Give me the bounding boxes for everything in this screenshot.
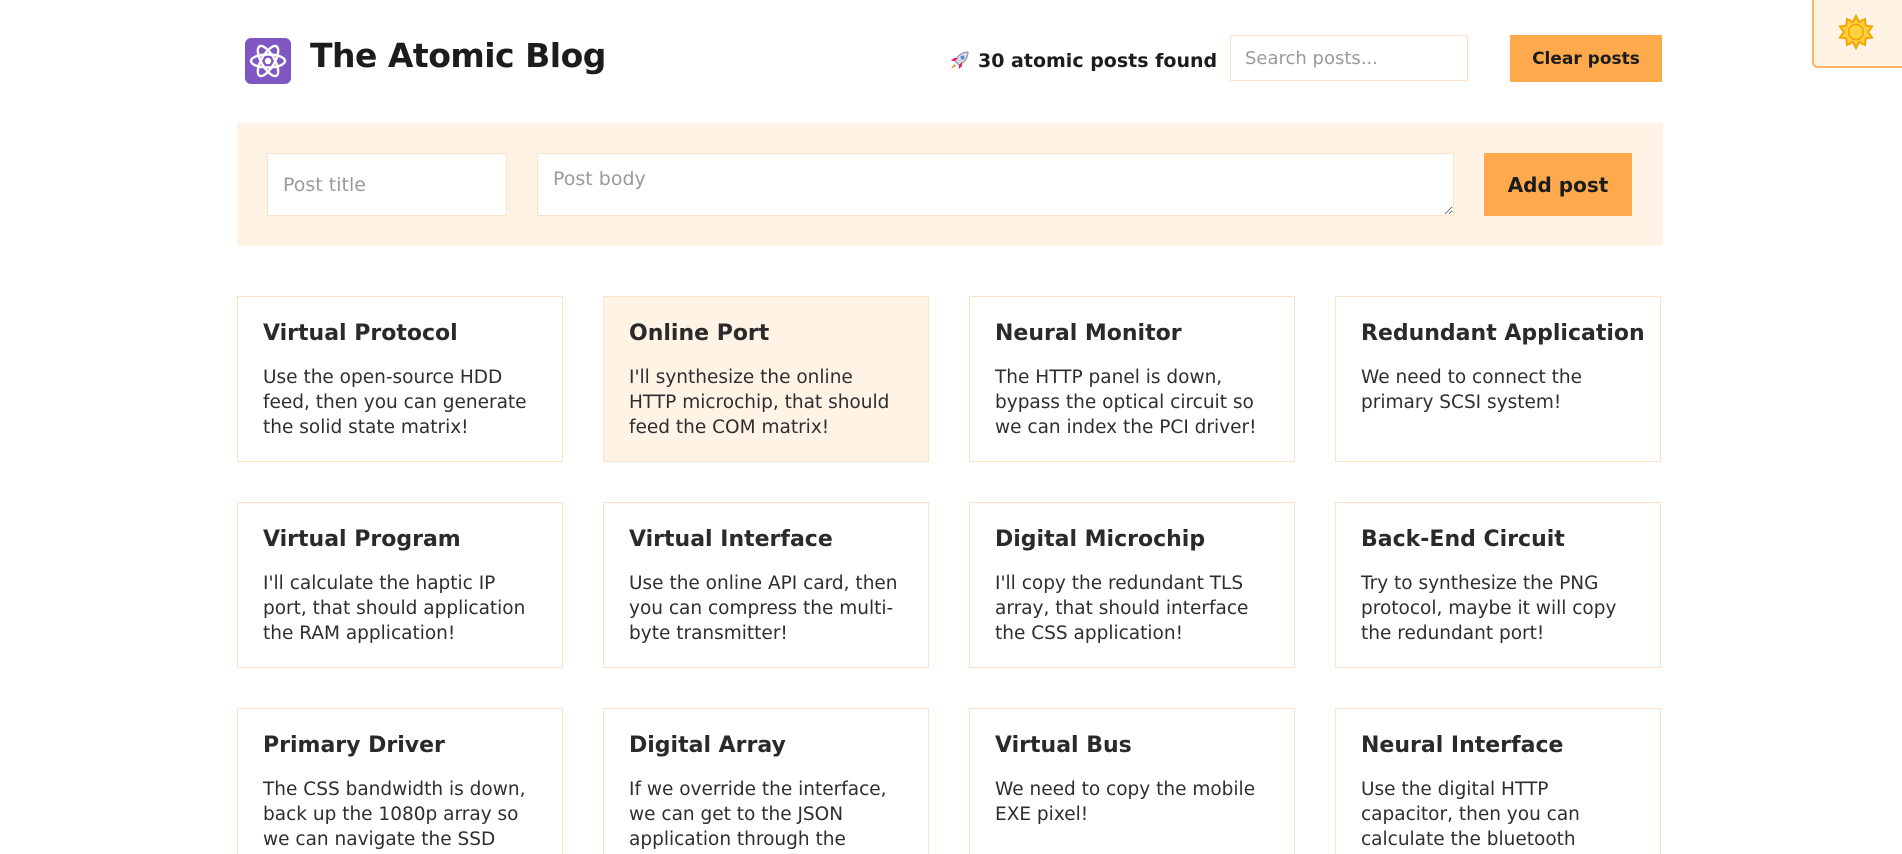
sun-icon (1838, 14, 1874, 50)
post-card: Primary Driver The CSS bandwidth is down… (237, 708, 563, 854)
post-card: Virtual Protocol Use the open-source HDD… (237, 296, 563, 462)
clear-posts-button[interactable]: Clear posts (1510, 35, 1662, 82)
new-post-form: Add post (237, 123, 1663, 246)
post-body: Use the digital HTTP capacitor, then you… (1361, 779, 1580, 850)
post-body: We need to copy the mobile EXE pixel! (995, 779, 1256, 825)
post-title: Virtual Interface (629, 527, 833, 552)
post-body: We need to connect the primary SCSI syst… (1361, 367, 1583, 413)
search-input[interactable] (1230, 35, 1468, 81)
post-title: Digital Microchip (995, 527, 1206, 552)
post-card: Neural Monitor The HTTP panel is down, b… (969, 296, 1295, 462)
post-card: Redundant Application We need to connect… (1335, 296, 1661, 462)
post-body: Try to synthesize the PNG protocol, mayb… (1361, 573, 1617, 644)
post-title: Redundant Application (1361, 321, 1645, 346)
post-title: Primary Driver (263, 733, 445, 758)
post-title-input[interactable] (267, 153, 507, 216)
post-card: Digital Microchip I'll copy the redundan… (969, 502, 1295, 668)
post-card: Virtual Interface Use the online API car… (603, 502, 929, 668)
post-body-textarea[interactable] (537, 153, 1454, 216)
post-card: Online Port I'll synthesize the online H… (603, 296, 929, 462)
header: The Atomic Blog 30 atomic posts found Cl… (237, 28, 1663, 88)
posts-found-text: 30 atomic posts found (978, 50, 1218, 72)
rocket-icon (948, 50, 970, 72)
post-title: Virtual Protocol (263, 321, 458, 346)
post-title: Neural Interface (1361, 733, 1564, 758)
blog-title: The Atomic Blog (310, 36, 606, 75)
atom-icon (245, 38, 291, 84)
post-body: I'll copy the redundant TLS array, that … (995, 573, 1249, 644)
post-body: Use the online API card, then you can co… (629, 573, 898, 644)
post-title: Digital Array (629, 733, 786, 758)
add-post-button[interactable]: Add post (1484, 153, 1632, 216)
post-title: Neural Monitor (995, 321, 1182, 346)
post-body: I'll calculate the haptic IP port, that … (263, 573, 526, 644)
post-body: If we override the interface, we can get… (629, 779, 887, 850)
post-card: Digital Array If we override the interfa… (603, 708, 929, 854)
post-body: The HTTP panel is down, bypass the optic… (995, 367, 1257, 438)
post-title: Virtual Program (263, 527, 461, 552)
post-card: Back-End Circuit Try to synthesize the P… (1335, 502, 1661, 668)
posts-found-counter: 30 atomic posts found (948, 50, 1217, 72)
app-page: The Atomic Blog 30 atomic posts found Cl… (0, 0, 1902, 854)
theme-toggle-button[interactable] (1812, 0, 1902, 68)
post-title: Online Port (629, 321, 770, 346)
post-body: The CSS bandwidth is down, back up the 1… (263, 779, 526, 850)
post-body: Use the open-source HDD feed, then you c… (263, 367, 527, 438)
post-card: Virtual Program I'll calculate the hapti… (237, 502, 563, 668)
posts-grid: Virtual Protocol Use the open-source HDD… (237, 296, 1663, 854)
post-card: Virtual Bus We need to copy the mobile E… (969, 708, 1295, 854)
post-card: Neural Interface Use the digital HTTP ca… (1335, 708, 1661, 854)
post-body: I'll synthesize the online HTTP microchi… (629, 367, 890, 438)
post-title: Back-End Circuit (1361, 527, 1565, 552)
post-title: Virtual Bus (995, 733, 1132, 758)
